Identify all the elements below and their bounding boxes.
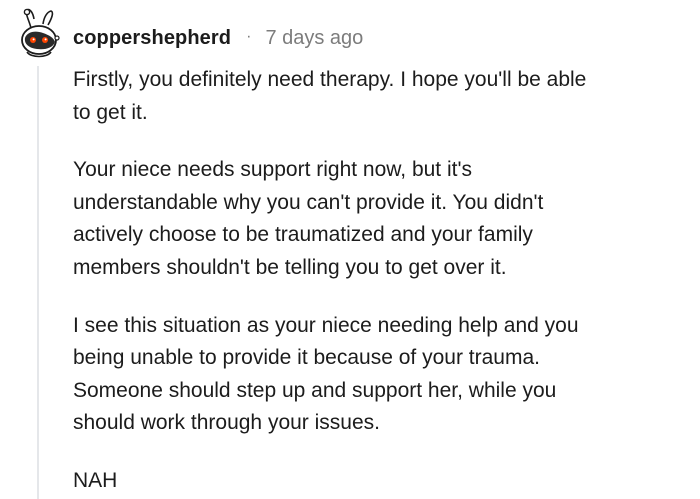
comment-text-line: should work through your issues. xyxy=(73,411,380,435)
comment-text-line: members shouldn't be telling you to get … xyxy=(73,255,507,279)
username[interactable]: coppershepherd xyxy=(73,27,231,50)
comment-text-line: Firstly, you definitely need therapy. I … xyxy=(73,68,587,91)
comment-meta: coppershepherd · 7 days ago xyxy=(73,23,363,53)
snoo-avatar-icon xyxy=(21,8,60,58)
comment-text-line: to get it. xyxy=(73,100,148,124)
comment-paragraph: Firstly, you definitely need therapy. I … xyxy=(73,64,683,129)
comment-text-line: being unable to provide it because of yo… xyxy=(73,346,540,370)
comment-text-line: I see this situation as your niece needi… xyxy=(73,313,579,337)
meta-separator: · xyxy=(246,28,252,45)
comment-text-line: Someone should step up and support her, … xyxy=(73,378,557,402)
comment-text-line: NAH xyxy=(73,468,118,492)
comment: coppershepherd · 7 days ago Firstly, you… xyxy=(0,0,700,499)
timestamp[interactable]: 7 days ago xyxy=(265,27,363,50)
thread-line[interactable] xyxy=(37,66,39,499)
avatar[interactable] xyxy=(19,8,63,62)
comment-paragraph: Your niece needs support right now, but … xyxy=(73,154,683,284)
comment-text-line: actively choose to be traumatized and yo… xyxy=(73,223,533,247)
comment-paragraph: NAH xyxy=(73,465,683,498)
comment-text-line: Your niece needs support right now, but … xyxy=(73,158,472,182)
comment-body: Firstly, you definitely need therapy. I … xyxy=(73,64,683,498)
comment-paragraph: I see this situation as your niece needi… xyxy=(73,310,683,440)
comment-text-line: understandable why you can't provide it.… xyxy=(73,190,544,214)
